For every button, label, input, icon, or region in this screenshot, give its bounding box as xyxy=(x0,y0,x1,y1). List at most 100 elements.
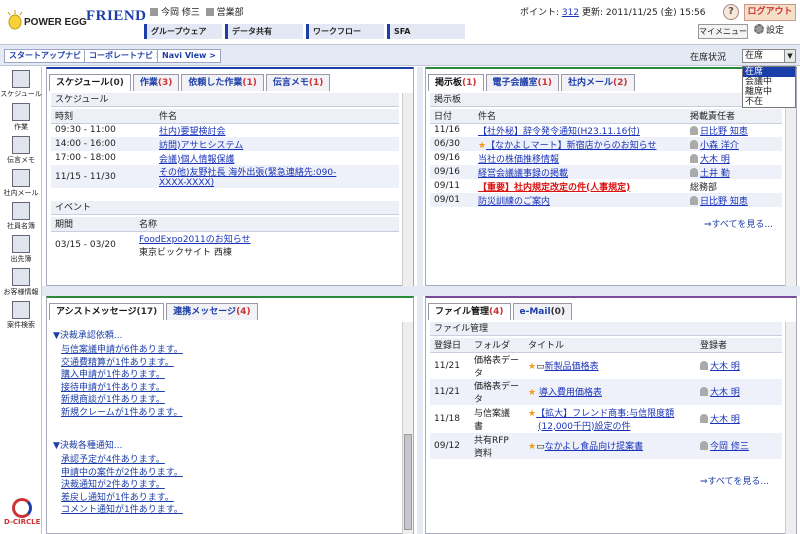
status-option[interactable]: 離席中 xyxy=(743,87,795,97)
list-item[interactable]: 交通費精算が1件あります。 xyxy=(61,357,183,370)
startup-navi-button[interactable]: スタートアップナビ > xyxy=(4,49,96,63)
logo-friend: FRIEND xyxy=(86,8,147,24)
settings-button[interactable]: 設定 xyxy=(754,24,784,39)
owner-link[interactable]: 今岡 修三 xyxy=(710,442,749,452)
list-item[interactable]: 接待申請が1件あります。 xyxy=(61,382,183,395)
owner-link[interactable]: 土井 勤 xyxy=(700,169,730,179)
schedule-panel: スケジュール(0) 作業(3) 依頼した作業(1) 伝言メモ(1) スケジュール… xyxy=(46,67,414,286)
logout-button[interactable]: ログアウト xyxy=(744,4,796,21)
col-name: 名称 xyxy=(135,217,399,232)
list-item[interactable]: 与信案議申請が6件あります。 xyxy=(61,344,183,357)
tab-linked-message[interactable]: 連携メッセージ(4) xyxy=(166,303,258,320)
comment-icon: ▭ xyxy=(536,442,545,452)
tab-board[interactable]: 掲示板(1) xyxy=(428,74,484,91)
tab-assist-message[interactable]: アシストメッセージ(17) xyxy=(49,303,165,320)
list-item[interactable]: コメント通知が1件あります。 xyxy=(61,504,183,517)
tab-conference[interactable]: 電子会議室(1) xyxy=(485,74,560,91)
sidebar-item-case-search[interactable]: 案件検索 xyxy=(0,300,42,332)
file-link[interactable]: 新製品価格表 xyxy=(545,362,599,372)
file-section-title: ファイル管理 xyxy=(430,322,782,336)
board-tabs: 掲示板(1) 電子会議室(1) 社内メール(2) xyxy=(426,69,796,92)
table-row: 09/16 経営会議議事録の掲載 土井 勤 xyxy=(430,165,782,179)
status-option[interactable]: 会議中 xyxy=(743,77,795,87)
owner-link[interactable]: 大木 明 xyxy=(700,155,730,165)
list-item[interactable]: 承認予定が4件あります。 xyxy=(61,454,183,467)
board-more-link[interactable]: ⇒すべてを見る... xyxy=(704,217,773,230)
task-list-icon xyxy=(12,103,30,121)
schedule-tabs: スケジュール(0) 作業(3) 依頼した作業(1) 伝言メモ(1) xyxy=(47,69,413,92)
sidebar-item-schedule[interactable]: スケジュール xyxy=(0,69,42,101)
file-more-link[interactable]: ⇒すべてを見る... xyxy=(700,474,769,487)
sidebar-item-whereabouts[interactable]: 出先簿 xyxy=(0,234,42,266)
corporate-navi-button[interactable]: コーポレートナビ > xyxy=(84,49,168,63)
owner-link[interactable]: 大木 明 xyxy=(710,362,740,372)
file-link[interactable]: ★【拡大】フレンド商事:与信限度額 (12,000千円)設定の件 xyxy=(524,405,696,433)
file-tabs: ファイル管理(4) e-Mail(0) xyxy=(426,298,796,321)
table-row: 09/16 当社の株価推移情報 大木 明 xyxy=(434,153,730,165)
power-egg-logo[interactable]: POWER EGG FRIEND xyxy=(6,6,146,36)
schedule-link[interactable]: その他)友野社長 海外出張(緊急連絡先:090- XXXX-XXXX) xyxy=(155,165,399,188)
status-select[interactable]: 在席 ▼ xyxy=(742,49,796,63)
event-link[interactable]: FoodExpo2011のお知らせ xyxy=(139,232,399,245)
tab-internal-mail[interactable]: 社内メール(2) xyxy=(561,74,635,91)
status-option[interactable]: 不在 xyxy=(743,97,795,107)
schedule-link[interactable]: 会議)個人情報保護 xyxy=(155,151,399,165)
navi-view-button[interactable]: Navi View > xyxy=(157,49,221,63)
star-icon: ★ xyxy=(528,362,537,372)
list-item[interactable]: 新規商談が1件あります。 xyxy=(61,394,183,407)
nav-workflow[interactable]: ワークフロー xyxy=(306,24,384,39)
tab-task[interactable]: 作業(3) xyxy=(132,74,180,91)
tab-schedule[interactable]: スケジュール(0) xyxy=(49,74,131,91)
list-item[interactable]: 購入申請が1件あります。 xyxy=(61,369,183,382)
scrollbar[interactable] xyxy=(402,93,413,286)
status-option[interactable]: 在席 xyxy=(743,67,795,77)
star-icon: ★ xyxy=(528,442,537,452)
file-table: 登録日 フォルダ タイトル 登録者 11/21 価格表データ ★▭新製品価格表 大木 明 1… xyxy=(430,338,782,459)
points-link[interactable]: 312 xyxy=(562,8,579,18)
board-link[interactable]: 当社の株価推移情報 xyxy=(478,155,559,165)
schedule-link[interactable]: 訪問)アサヒシステム xyxy=(155,137,399,151)
owner-link[interactable]: 小森 洋介 xyxy=(700,141,739,151)
group-approval-notice[interactable]: ▼決裁各種通知... xyxy=(53,438,123,451)
nav-data-share[interactable]: データ共有 xyxy=(225,24,303,39)
sidebar-item-customer[interactable]: お客様情報 xyxy=(0,267,42,299)
owner-link[interactable]: 大木 明 xyxy=(710,388,740,398)
chevron-down-icon[interactable]: ▼ xyxy=(784,50,795,62)
list-item[interactable]: 差戻し通知が1件あります。 xyxy=(61,492,183,505)
tab-memo[interactable]: 伝言メモ(1) xyxy=(265,74,331,91)
list-item[interactable]: 申請中の案件が2件あります。 xyxy=(61,467,183,480)
user-info: 今岡 修三 営業部 xyxy=(150,5,244,19)
schedule-link[interactable]: 社内)要望検討会 xyxy=(155,123,399,137)
owner-link[interactable]: 日比野 知恵 xyxy=(700,127,748,137)
list-item[interactable]: 決裁通知が2件あります。 xyxy=(61,479,183,492)
sidebar-item-task[interactable]: 作業 xyxy=(0,102,42,134)
board-link-important[interactable]: 【重要】社内規定改定の件(人事規定) xyxy=(478,183,630,193)
panel-divider-vertical[interactable] xyxy=(417,67,423,534)
nav-groupware[interactable]: グループウェア xyxy=(144,24,222,39)
scrollbar-thumb[interactable] xyxy=(404,434,412,530)
board-link[interactable]: 【社外秘】辞令発令通知(H23.11.16付) xyxy=(478,127,640,137)
list-item[interactable]: 新規クレームが1件あります。 xyxy=(61,407,183,420)
owner-link[interactable]: 日比野 知恵 xyxy=(700,197,748,207)
sidebar-item-mail[interactable]: 社内メール xyxy=(0,168,42,200)
board-link[interactable]: 経営会議議事録の掲載 xyxy=(478,169,568,179)
board-link[interactable]: 【なかよしマート】新宿店からのお知らせ xyxy=(486,141,656,151)
mymenu-button[interactable]: マイメニュー xyxy=(698,24,748,39)
file-link[interactable]: 導入費用価格表 xyxy=(539,388,602,398)
sidebar-item-memo[interactable]: 伝言メモ xyxy=(0,135,42,167)
board-link[interactable]: 防災訓練のご案内 xyxy=(478,197,550,207)
sidebar-item-directory[interactable]: 社員名簿 xyxy=(0,201,42,233)
scrollbar[interactable] xyxy=(785,322,796,534)
user-name: 今岡 修三 xyxy=(161,8,200,18)
scrollbar[interactable] xyxy=(785,93,796,286)
help-button[interactable]: ? xyxy=(723,4,739,20)
user-square-icon xyxy=(150,8,158,16)
tab-email[interactable]: e-Mail(0) xyxy=(512,303,573,320)
nav-sfa[interactable]: SFA xyxy=(387,24,465,39)
owner-link[interactable]: 大木 明 xyxy=(710,415,740,425)
tab-file-management[interactable]: ファイル管理(4) xyxy=(428,303,511,320)
file-link[interactable]: なかよし食品向け提案書 xyxy=(545,442,644,452)
group-approval-request[interactable]: ▼決裁承認依頼... xyxy=(53,328,123,341)
scrollbar[interactable] xyxy=(402,322,413,534)
tab-requested-task[interactable]: 依頼した作業(1) xyxy=(181,74,264,91)
